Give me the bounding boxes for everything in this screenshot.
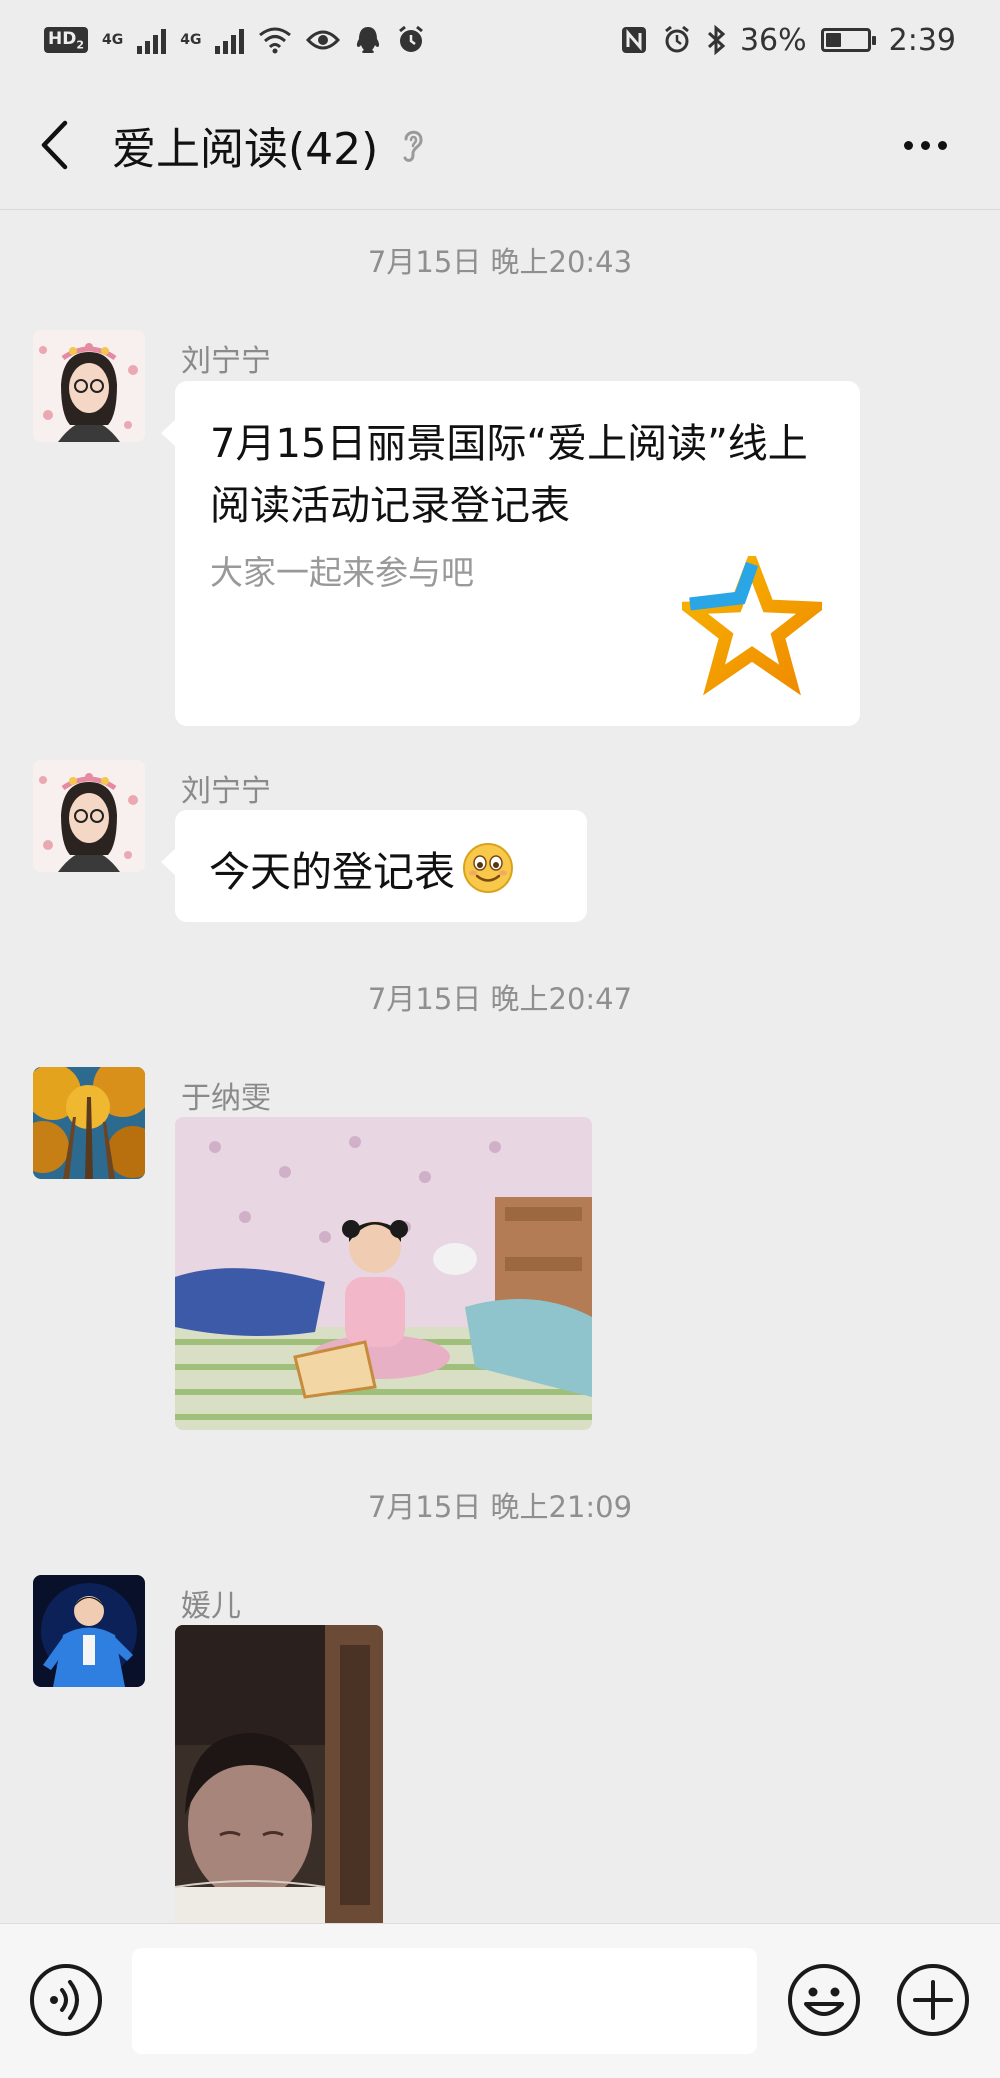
timestamp: 7月15日 晚上21:09	[367, 1490, 633, 1524]
clock-time: 2:39	[888, 22, 956, 58]
sender-name: 于纳雯	[181, 1081, 271, 1116]
link-description: 大家一起来参与吧	[210, 553, 474, 592]
ear-icon	[403, 130, 423, 162]
timestamp: 7月15日 晚上20:43	[367, 245, 633, 279]
alarm-icon	[399, 25, 424, 52]
input-bar	[0, 1923, 1000, 2078]
emoji-icon[interactable]	[786, 1962, 862, 2038]
image-message[interactable]	[175, 1625, 383, 1923]
chevron-left-icon	[41, 120, 68, 169]
star-icon	[682, 556, 822, 696]
message-text-row: 今天的登记表	[209, 838, 515, 898]
battery-icon	[820, 28, 876, 52]
more-dots-icon	[903, 140, 913, 150]
alarm-clock-icon	[665, 25, 689, 53]
smile-emoji-icon	[463, 843, 513, 893]
signal-icon	[137, 26, 167, 54]
hd-badge: HD2	[44, 26, 88, 54]
plus-icon[interactable]	[895, 1962, 971, 2038]
link-card[interactable]: 7月15日丽景国际“爱上阅读”线上阅读活动记录登记表 大家一起来参与吧	[161, 381, 860, 726]
wifi-icon	[259, 27, 292, 54]
avatar[interactable]	[33, 1067, 145, 1179]
eye-icon	[306, 30, 341, 50]
nfc-icon	[621, 27, 646, 53]
status-left: HD2 4G 4G	[44, 25, 426, 55]
sender-name: 媛儿	[181, 1589, 241, 1624]
more-button[interactable]	[890, 120, 960, 170]
avatar[interactable]	[33, 760, 145, 872]
text-message[interactable]: 今天的登记表	[161, 810, 587, 922]
sender-name: 刘宁宁	[181, 774, 271, 809]
avatar[interactable]	[33, 1575, 145, 1687]
timestamp: 7月15日 晚上20:47	[367, 982, 633, 1016]
message-input[interactable]	[132, 1948, 757, 2054]
message-text: 今天的登记表	[209, 848, 455, 896]
network-type-1: 4G	[102, 32, 124, 48]
image-message[interactable]	[175, 1117, 592, 1430]
back-button[interactable]	[0, 80, 110, 210]
bluetooth-icon	[707, 24, 726, 56]
status-bar: HD2 4G 4G 36% 2:39	[0, 0, 1000, 80]
network-type-2: 4G	[180, 32, 202, 48]
voice-icon[interactable]	[28, 1962, 104, 2038]
signal-icon-2	[215, 26, 245, 54]
chat-header: 爱上阅读(42)	[0, 80, 1000, 210]
qq-icon	[357, 27, 380, 53]
status-right: 36% 2:39	[620, 23, 956, 58]
battery-percent: 36%	[739, 22, 807, 58]
link-title: 7月15日丽景国际“爱上阅读”线上阅读活动记录登记表	[210, 421, 808, 529]
sender-name: 刘宁宁	[181, 344, 271, 379]
chat-title: 爱上阅读(42)	[112, 123, 379, 175]
avatar[interactable]	[33, 330, 145, 442]
